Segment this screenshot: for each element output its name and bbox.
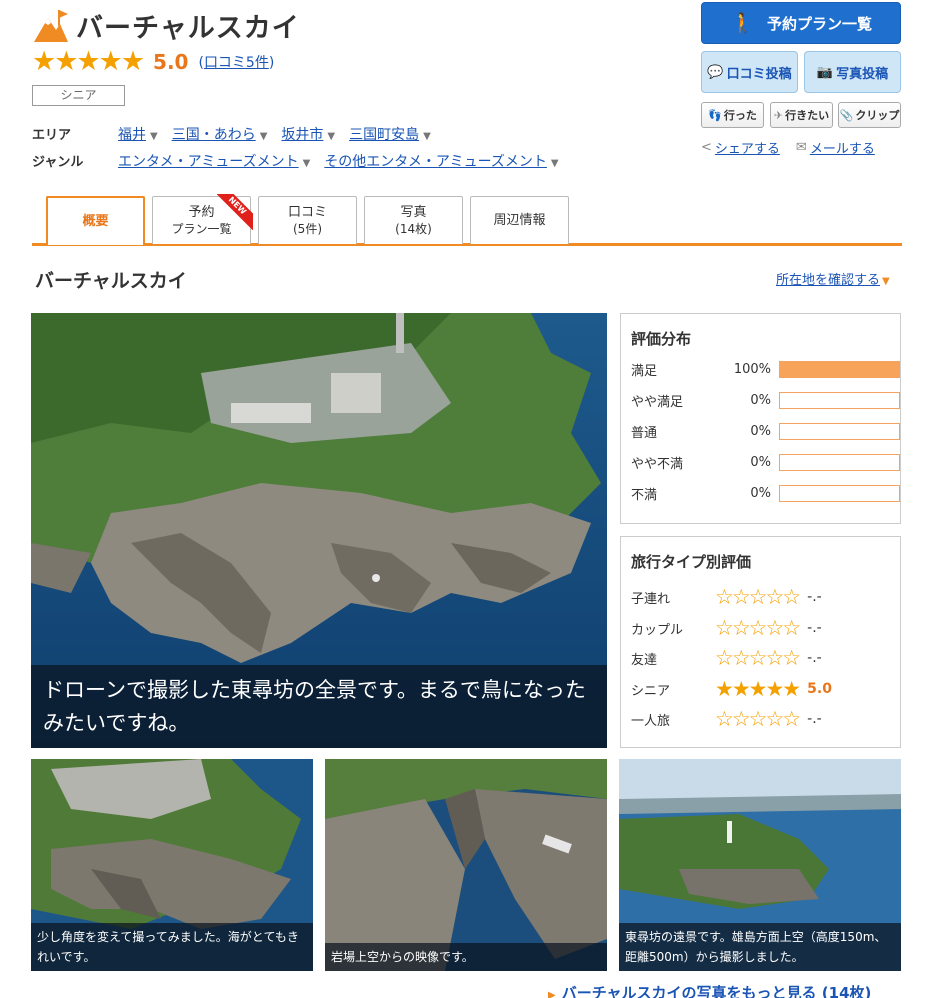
tab-plans[interactable]: 予約 プラン一覧 NEW [152, 194, 253, 244]
travel-type-title: 旅行タイプ別評価 [631, 553, 752, 571]
mountain-flag-icon [34, 9, 68, 42]
plan-list-button[interactable]: 🚶 予約プラン一覧 [701, 2, 901, 44]
footprints-icon: 👣 [708, 108, 722, 122]
type-stars: ☆☆☆☆☆ [715, 584, 801, 609]
rating-summary: ★★★★★ 5.0 (口コミ5件) [32, 48, 274, 75]
genre-label: ジャンル [32, 155, 84, 170]
caret-down-icon: ▼ [302, 157, 311, 169]
speech-bubble-icon: 💬 [707, 64, 724, 80]
share-link[interactable]: シェアする [715, 138, 780, 157]
traveler-icon: 🚶 [730, 11, 755, 35]
rating-distribution-title: 評価分布 [631, 330, 692, 348]
type-stars: ☆☆☆☆☆ [715, 645, 801, 670]
page-title: バーチャルスカイ [76, 13, 300, 44]
spot-meta: エリア 福井 ▼ 三国・あわら ▼ 坂井市 ▼ 三国町安島 ▼ ジャンル エンタメ・アミ… [32, 120, 573, 174]
distribution-bar [779, 391, 900, 409]
travel-type-row: 友達 ☆☆☆☆☆ -.- [631, 645, 822, 670]
distribution-row: やや不満 0% [631, 452, 900, 472]
distribution-bar [779, 422, 900, 440]
area-label: エリア [32, 128, 72, 143]
area-link[interactable]: 坂井市 ▼ [281, 124, 335, 144]
caret-down-icon: ▼ [423, 130, 431, 142]
more-photos-link[interactable]: ▶ バーチャルスカイの写真をもっと見る (14枚) [548, 982, 871, 998]
caret-down-icon: ▼ [882, 276, 890, 287]
mail-icon: ✉ [795, 140, 807, 155]
distribution-bar [779, 453, 900, 471]
camera-icon: 📷 [816, 64, 834, 80]
area-link[interactable]: 三国・あわら ▼ [172, 124, 268, 144]
main-photo-caption: ドローンで撮影した東尋坊の全景です。まるで鳥になったみたいですね。 [31, 665, 607, 748]
mail-link[interactable]: メールする [810, 138, 875, 157]
distribution-row: 満足 100% [631, 359, 900, 379]
caret-down-icon: ▼ [327, 130, 336, 142]
area-link[interactable]: 福井 ▼ [118, 124, 158, 144]
travel-type-row: シニア ★★★★★ 5.0 [631, 676, 832, 701]
post-photo-button[interactable]: 📷 写真投稿 [804, 51, 901, 93]
caret-down-icon: ▼ [259, 130, 268, 142]
caret-down-icon: ▼ [150, 130, 158, 142]
photo-thumbnail[interactable]: 東尋坊の遠景です。雄島方面上空（高度150m、距離500m）から撮影しました。 [619, 759, 901, 971]
travel-type-panel: 旅行タイプ別評価 子連れ ☆☆☆☆☆ -.- カップル ☆☆☆☆☆ -.- 友達… [620, 536, 901, 748]
genre-row: ジャンル エンタメ・アミューズメント ▼ その他エンタメ・アミューズメント ▼ [32, 147, 573, 174]
tab-overview[interactable]: 概要 [46, 196, 145, 245]
want-to-go-button[interactable]: ✈ 行きたい [770, 102, 833, 128]
thumbnail-caption: 少し角度を変えて撮ってみました。海がとてもきれいです。 [31, 923, 313, 971]
type-stars: ★★★★★ [715, 676, 801, 701]
arrow-right-icon: ▶ [548, 990, 556, 998]
post-review-button[interactable]: 💬 口コミ投稿 [701, 51, 798, 93]
distribution-fill [780, 361, 899, 377]
thumbnail-caption: 東尋坊の遠景です。雄島方面上空（高度150m、距離500m）から撮影しました。 [619, 923, 901, 971]
rating-stars: ★★★★★ [32, 46, 145, 77]
rating-value: 5.0 [153, 49, 189, 74]
new-badge: NEW [217, 194, 253, 230]
review-count-link[interactable]: (口コミ5件) [198, 52, 274, 72]
spot-header: バーチャルスカイ [32, 6, 300, 45]
genre-link[interactable]: その他エンタメ・アミューズメント ▼ [324, 151, 558, 171]
travel-type-row: 子連れ ☆☆☆☆☆ -.- [631, 584, 822, 609]
went-button[interactable]: 👣 行った [701, 102, 764, 128]
share-icon: < [701, 140, 712, 155]
tab-photos[interactable]: 写真 (14枚) [364, 196, 463, 244]
tag-badge: シニア [32, 85, 125, 106]
photo-thumbnail[interactable]: 少し角度を変えて撮ってみました。海がとてもきれいです。 [31, 759, 313, 971]
genre-link[interactable]: エンタメ・アミューズメント ▼ [118, 151, 310, 171]
area-link[interactable]: 三国町安島 ▼ [349, 124, 431, 144]
tab-reviews[interactable]: 口コミ (5件) [258, 196, 357, 244]
distribution-row: やや満足 0% [631, 390, 900, 410]
thumbnail-caption: 岩場上空からの映像です。 [325, 943, 607, 971]
section-title: バーチャルスカイ [35, 270, 187, 292]
share-row: < シェアする ✉ メールする [701, 138, 875, 157]
caret-down-icon: ▼ [550, 157, 559, 169]
distribution-row: 不満 0% [631, 483, 900, 503]
tab-bar: 概要 予約 プラン一覧 NEW 口コミ (5件) 写真 (14枚) 周辺情報 [32, 194, 902, 246]
photo-thumbnail[interactable]: 岩場上空からの映像です。 [325, 759, 607, 971]
plane-icon: ✈ [773, 108, 784, 122]
distribution-row: 普通 0% [631, 421, 900, 441]
cliff-thumb-image [325, 759, 607, 971]
distribution-bar [779, 360, 900, 378]
tab-nearby[interactable]: 周辺情報 [470, 196, 569, 244]
type-stars: ☆☆☆☆☆ [715, 615, 801, 640]
type-stars: ☆☆☆☆☆ [715, 706, 801, 731]
rating-distribution-panel: 評価分布 満足 100% やや満足 0% 普通 0% やや不満 0% 不満 0% [620, 313, 901, 524]
travel-type-row: 一人旅 ☆☆☆☆☆ -.- [631, 706, 822, 731]
area-row: エリア 福井 ▼ 三国・あわら ▼ 坂井市 ▼ 三国町安島 ▼ [32, 120, 573, 147]
clip-button[interactable]: 📎 クリップ [838, 102, 901, 128]
paperclip-icon: 📎 [839, 108, 854, 122]
travel-type-row: カップル ☆☆☆☆☆ -.- [631, 615, 822, 640]
map-link[interactable]: 所在地を確認する ▼ [776, 269, 890, 288]
distribution-bar [779, 484, 900, 502]
